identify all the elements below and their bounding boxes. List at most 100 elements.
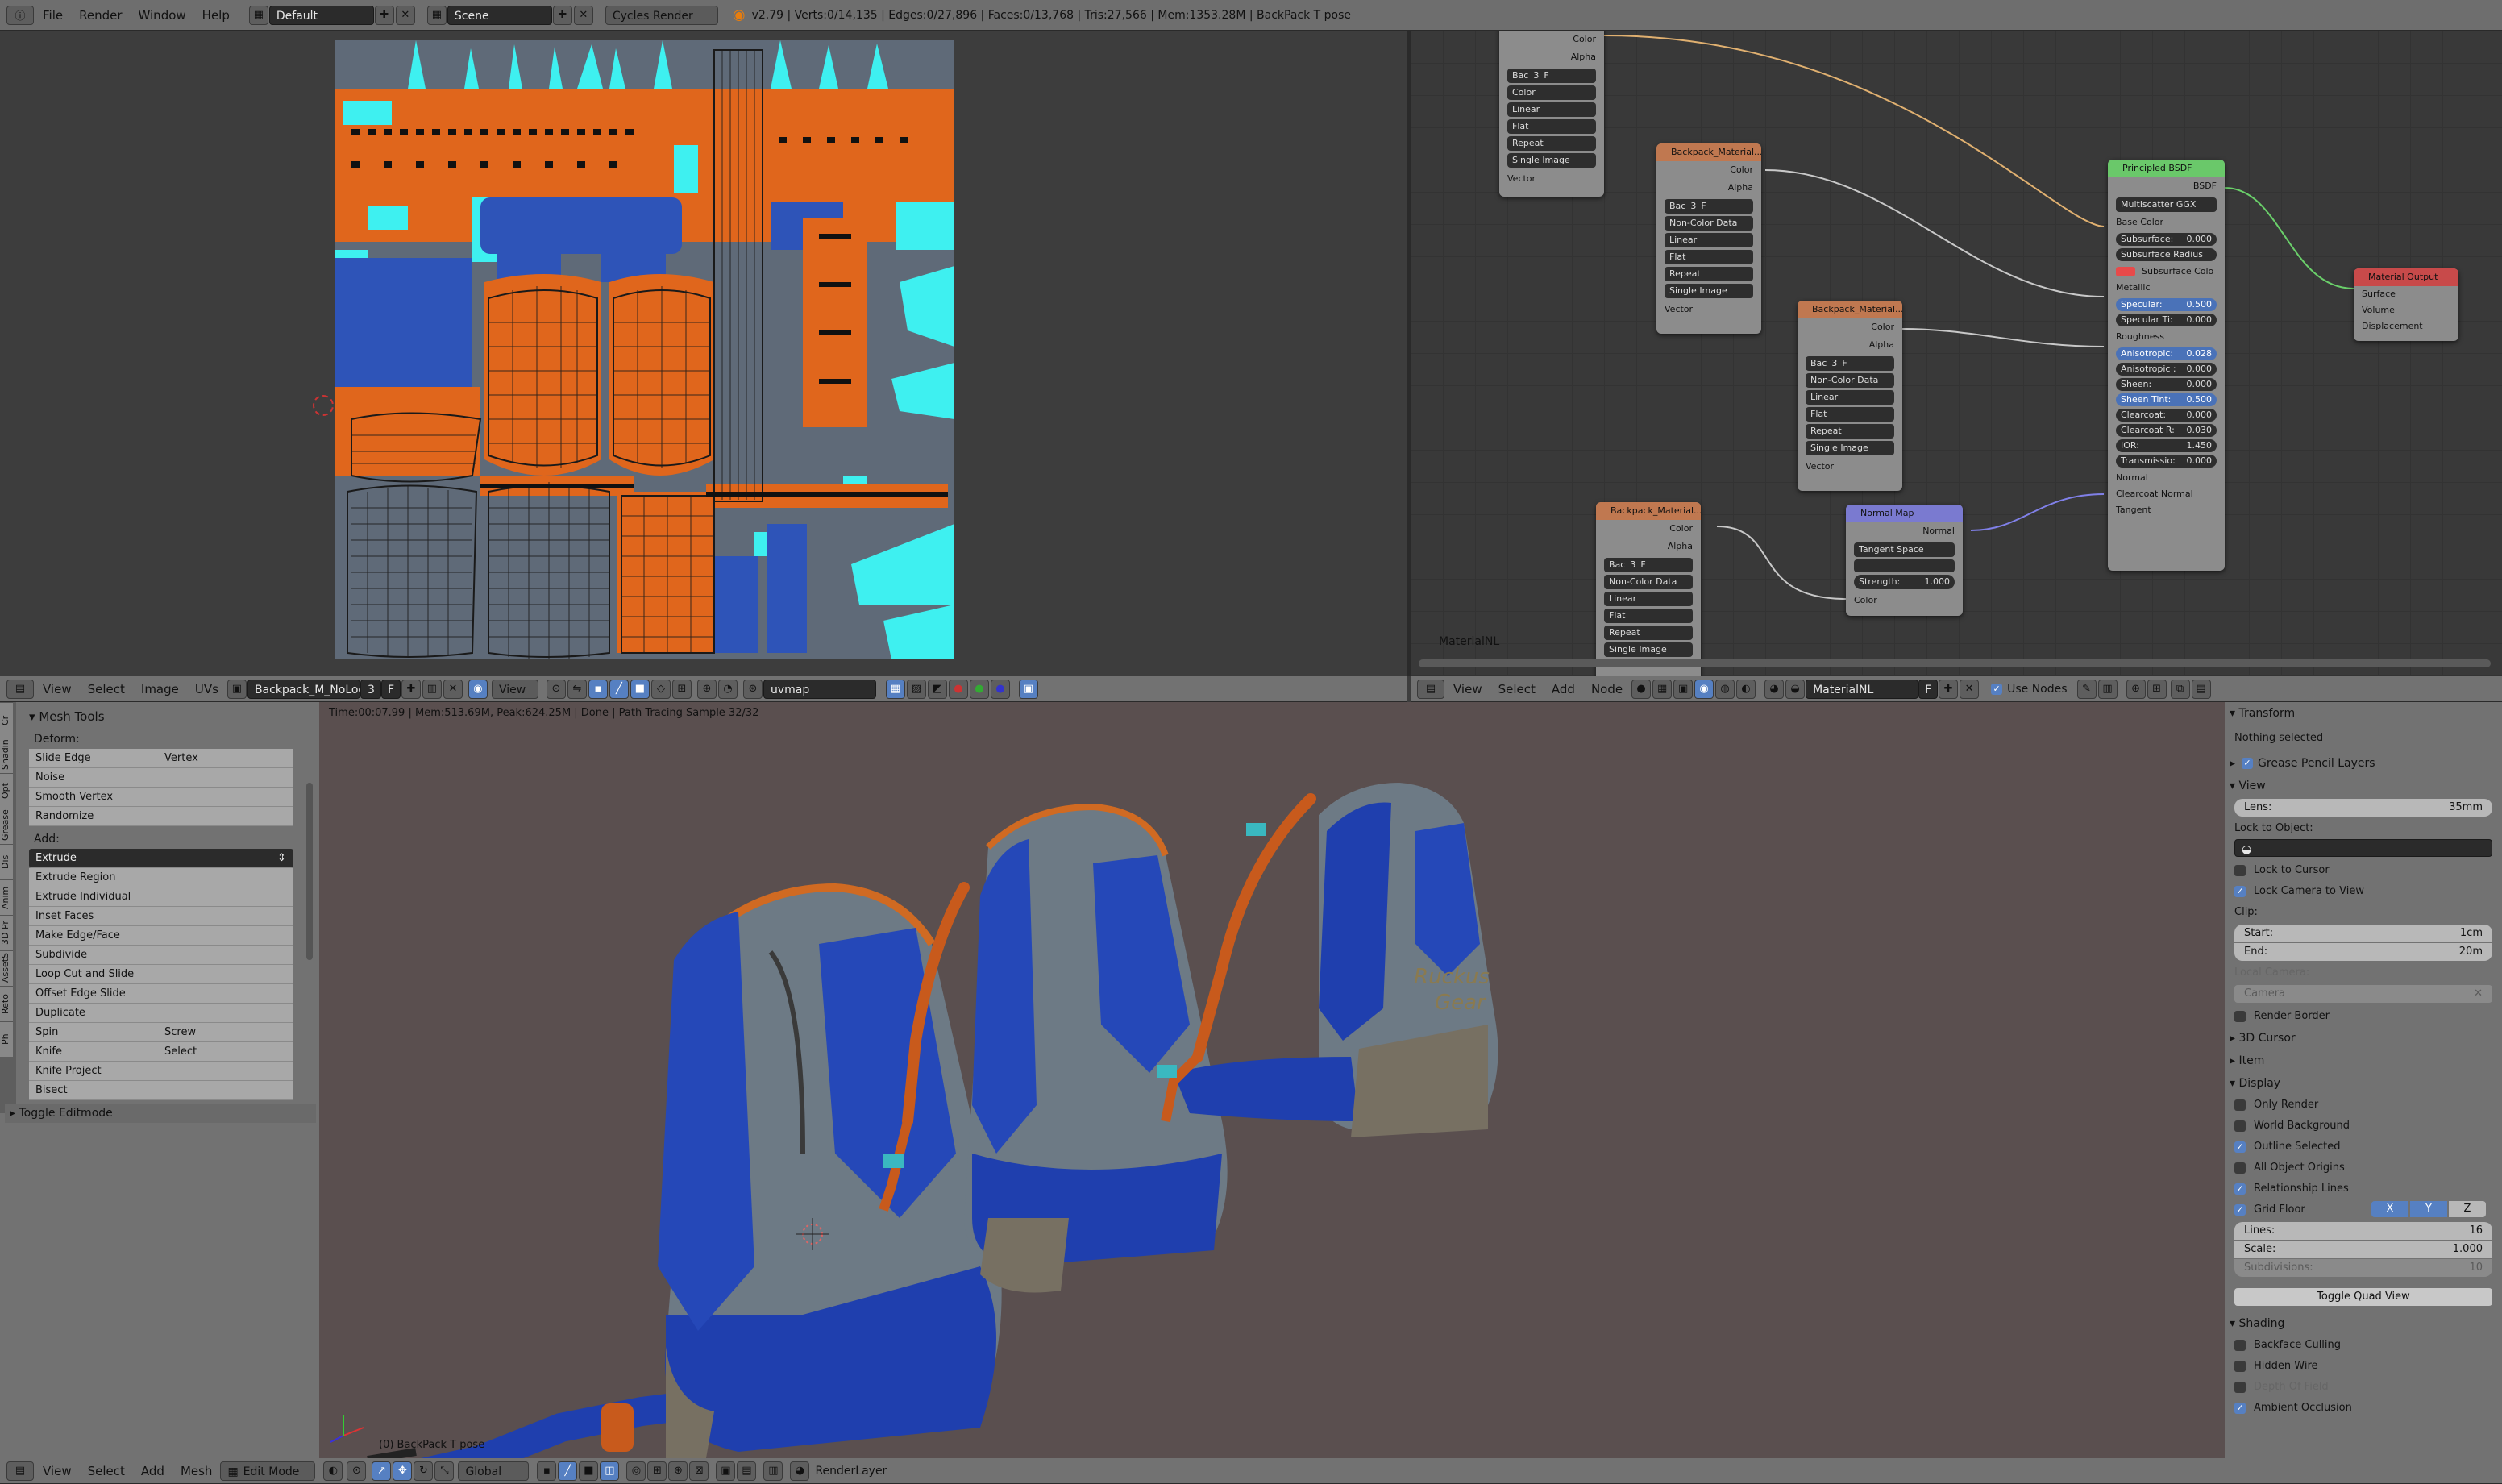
source-select[interactable]: Single Image xyxy=(1507,153,1596,168)
material-slot-icon[interactable]: ◕ xyxy=(1764,679,1785,699)
world-shader-icon[interactable]: ◍ xyxy=(1715,679,1735,699)
material-fake-field[interactable]: F xyxy=(1918,679,1939,699)
3d-cursor-panel-header[interactable]: ▸ 3D Cursor xyxy=(2225,1027,2502,1050)
bsdf-value-field[interactable]: Specular Ti: 0.000 xyxy=(2116,314,2217,326)
uv-editor[interactable] xyxy=(0,31,1407,676)
tool-label-secondary[interactable]: Vertex xyxy=(164,749,293,767)
extension-select[interactable]: Repeat xyxy=(1806,424,1894,439)
scene-icon[interactable]: ▦ xyxy=(426,5,447,25)
face-mode-icon[interactable]: ■ xyxy=(579,1461,599,1481)
lock-camera-toggle[interactable]: ✓ Lock Camera to View xyxy=(2225,881,2502,902)
menu-add[interactable]: Add xyxy=(141,1464,164,1478)
render-layer-icon[interactable]: ◕ xyxy=(790,1461,810,1481)
translate-icon[interactable]: ✥ xyxy=(393,1461,413,1481)
colorspace-select[interactable]: Non-Color Data xyxy=(1806,373,1894,388)
menu-uvs[interactable]: UVs xyxy=(195,682,218,696)
island-select-icon[interactable]: ◇ xyxy=(650,679,671,699)
image-close-icon[interactable]: ✕ xyxy=(443,679,463,699)
source-select[interactable]: Single Image xyxy=(1604,642,1693,657)
editor-type-icon[interactable]: ▤ xyxy=(6,679,34,699)
relationship-lines-toggle[interactable]: ✓ Relationship Lines xyxy=(2225,1178,2502,1199)
menu-image[interactable]: Image xyxy=(141,682,179,696)
colorspace-select[interactable]: Non-Color Data xyxy=(1604,575,1693,589)
node-normal-map[interactable]: Normal Map Normal Tangent Space Strength… xyxy=(1846,505,1963,616)
menu-select[interactable]: Select xyxy=(1498,682,1536,696)
menu-node[interactable]: Node xyxy=(1591,682,1623,696)
space-select[interactable]: Tangent Space xyxy=(1854,542,1955,557)
area-split-vertical[interactable] xyxy=(1407,31,1411,676)
tool-button-extrude-individual[interactable]: Extrude Individual xyxy=(29,887,293,907)
snap-target-icon[interactable]: ⊞ xyxy=(2147,679,2167,699)
occlude-geometry-icon[interactable]: ◫ xyxy=(600,1461,620,1481)
image-selector[interactable]: Bac 3 F xyxy=(1665,199,1753,214)
toggle-editmode-operator[interactable]: ▸ Toggle Editmode xyxy=(5,1104,316,1123)
view-panel-header[interactable]: ▾ View xyxy=(2225,775,2502,797)
extension-select[interactable]: Repeat xyxy=(1604,626,1693,640)
projection-select[interactable]: Flat xyxy=(1665,250,1753,264)
menu-view[interactable]: View xyxy=(43,1464,72,1478)
manipulator-icon[interactable]: ↗ xyxy=(372,1461,392,1481)
image-users-field[interactable]: 3 xyxy=(360,679,381,699)
projection-select[interactable]: Flat xyxy=(1604,609,1693,623)
tool-button-slide-edge[interactable]: Slide Edge Vertex xyxy=(29,749,293,768)
interpolation-select[interactable]: Linear xyxy=(1604,592,1693,606)
channel-rgb-icon[interactable]: ▦ xyxy=(885,679,905,699)
image-new-icon[interactable]: ✚ xyxy=(401,679,421,699)
bsdf-value-field[interactable]: Clearcoat R: 0.030 xyxy=(2116,424,2217,437)
toggle-quad-view-button[interactable]: Toggle Quad View xyxy=(2234,1288,2492,1306)
snap-node-icon[interactable]: ⊕ xyxy=(2126,679,2146,699)
interpolation-select[interactable]: Linear xyxy=(1665,233,1753,247)
menu-view[interactable]: View xyxy=(1453,682,1482,696)
bsdf-value-field[interactable]: Transmissio: 0.000 xyxy=(2116,455,2217,468)
all-object-origins-toggle[interactable]: All Object Origins xyxy=(2225,1158,2502,1178)
channel-blue-icon[interactable]: ● xyxy=(990,679,1010,699)
copy-nodes-icon[interactable]: ⧉ xyxy=(2170,679,2190,699)
grease-pencil-checkbox[interactable]: ✓ xyxy=(2242,758,2254,769)
viewport-shading-icon[interactable]: ◐ xyxy=(323,1461,343,1481)
tool-button-spin[interactable]: Spin Screw xyxy=(29,1023,293,1042)
grease-pencil-panel-header[interactable]: ▸ ✓ Grease Pencil Layers xyxy=(2225,752,2502,775)
material-name-field[interactable]: MaterialNL xyxy=(1806,679,1919,699)
proportional-edit-icon[interactable]: ◎ xyxy=(626,1461,646,1481)
grid-subdivisions-field[interactable]: Subdivisions: 10 xyxy=(2234,1259,2492,1277)
opengl-render-icon[interactable]: ▣ xyxy=(716,1461,736,1481)
source-select[interactable]: Single Image xyxy=(1806,441,1894,455)
snap-target-icon[interactable]: ⊠ xyxy=(689,1461,709,1481)
mesh-tools-panel-header[interactable]: ▾ Mesh Tools xyxy=(19,707,293,726)
shader-type-icon[interactable]: ● xyxy=(1631,679,1652,699)
tool-label-secondary[interactable]: Screw xyxy=(164,1023,293,1041)
grid-axis-x-button[interactable]: X xyxy=(2371,1201,2408,1217)
snap-toggle-icon[interactable]: ⊕ xyxy=(668,1461,688,1481)
scene-add-icon[interactable]: ✚ xyxy=(552,5,572,25)
menu-select[interactable]: Select xyxy=(88,682,125,696)
editor-type-icon[interactable]: ▤ xyxy=(6,1461,34,1481)
3d-viewport[interactable]: Time:00:07.99 | Mem:513.69M, Peak:624.25… xyxy=(319,702,2225,1458)
depth-of-field-toggle[interactable]: Depth Of Field xyxy=(2225,1377,2502,1398)
tool-label-secondary[interactable]: Select xyxy=(164,1042,293,1061)
image-selector[interactable]: Bac 3 F xyxy=(1806,356,1894,371)
grid-axis-z-button[interactable]: Z xyxy=(2449,1201,2486,1217)
extension-select[interactable]: Repeat xyxy=(1507,136,1596,151)
clip-start-field[interactable]: Start: 1cm xyxy=(2234,925,2492,942)
material-close-icon[interactable]: ✕ xyxy=(1960,679,1980,699)
node-image-texture-1[interactable]: Backpack_Material... Color Alpha Bac 3 F N… xyxy=(1656,143,1761,334)
image-open-icon[interactable]: ▥ xyxy=(422,679,442,699)
display-panel-header[interactable]: ▾ Display xyxy=(2225,1072,2502,1095)
bsdf-value-field[interactable]: IOR: 1.450 xyxy=(2116,439,2217,452)
extension-select[interactable]: Repeat xyxy=(1665,267,1753,281)
channel-red-icon[interactable]: ● xyxy=(948,679,968,699)
view-mode-select[interactable]: View xyxy=(491,679,538,699)
grid-floor-toggle[interactable]: ✓ Grid Floor X Y Z xyxy=(2225,1199,2502,1220)
bsdf-value-field[interactable]: Subsurface: 0.000 xyxy=(2116,233,2217,246)
bsdf-value-field[interactable]: Anisotropic :0.000 xyxy=(2116,363,2217,376)
channel-z-icon[interactable]: ◩ xyxy=(927,679,947,699)
bsdf-value-field[interactable]: Anisotropic: 0.028 xyxy=(2116,347,2217,360)
tool-shelf-tab[interactable]: Grease xyxy=(0,809,13,844)
pivot-point-icon[interactable]: ⊙ xyxy=(347,1461,367,1481)
node-editor-hscrollbar[interactable] xyxy=(1419,659,2491,667)
sync-icon[interactable]: ⇋ xyxy=(567,679,587,699)
tool-button-inset-faces[interactable]: Inset Faces xyxy=(29,907,293,926)
menu-help[interactable]: Help xyxy=(202,8,230,23)
vertex-select-icon[interactable]: ▪ xyxy=(588,679,608,699)
rotate-icon[interactable]: ↻ xyxy=(414,1461,434,1481)
